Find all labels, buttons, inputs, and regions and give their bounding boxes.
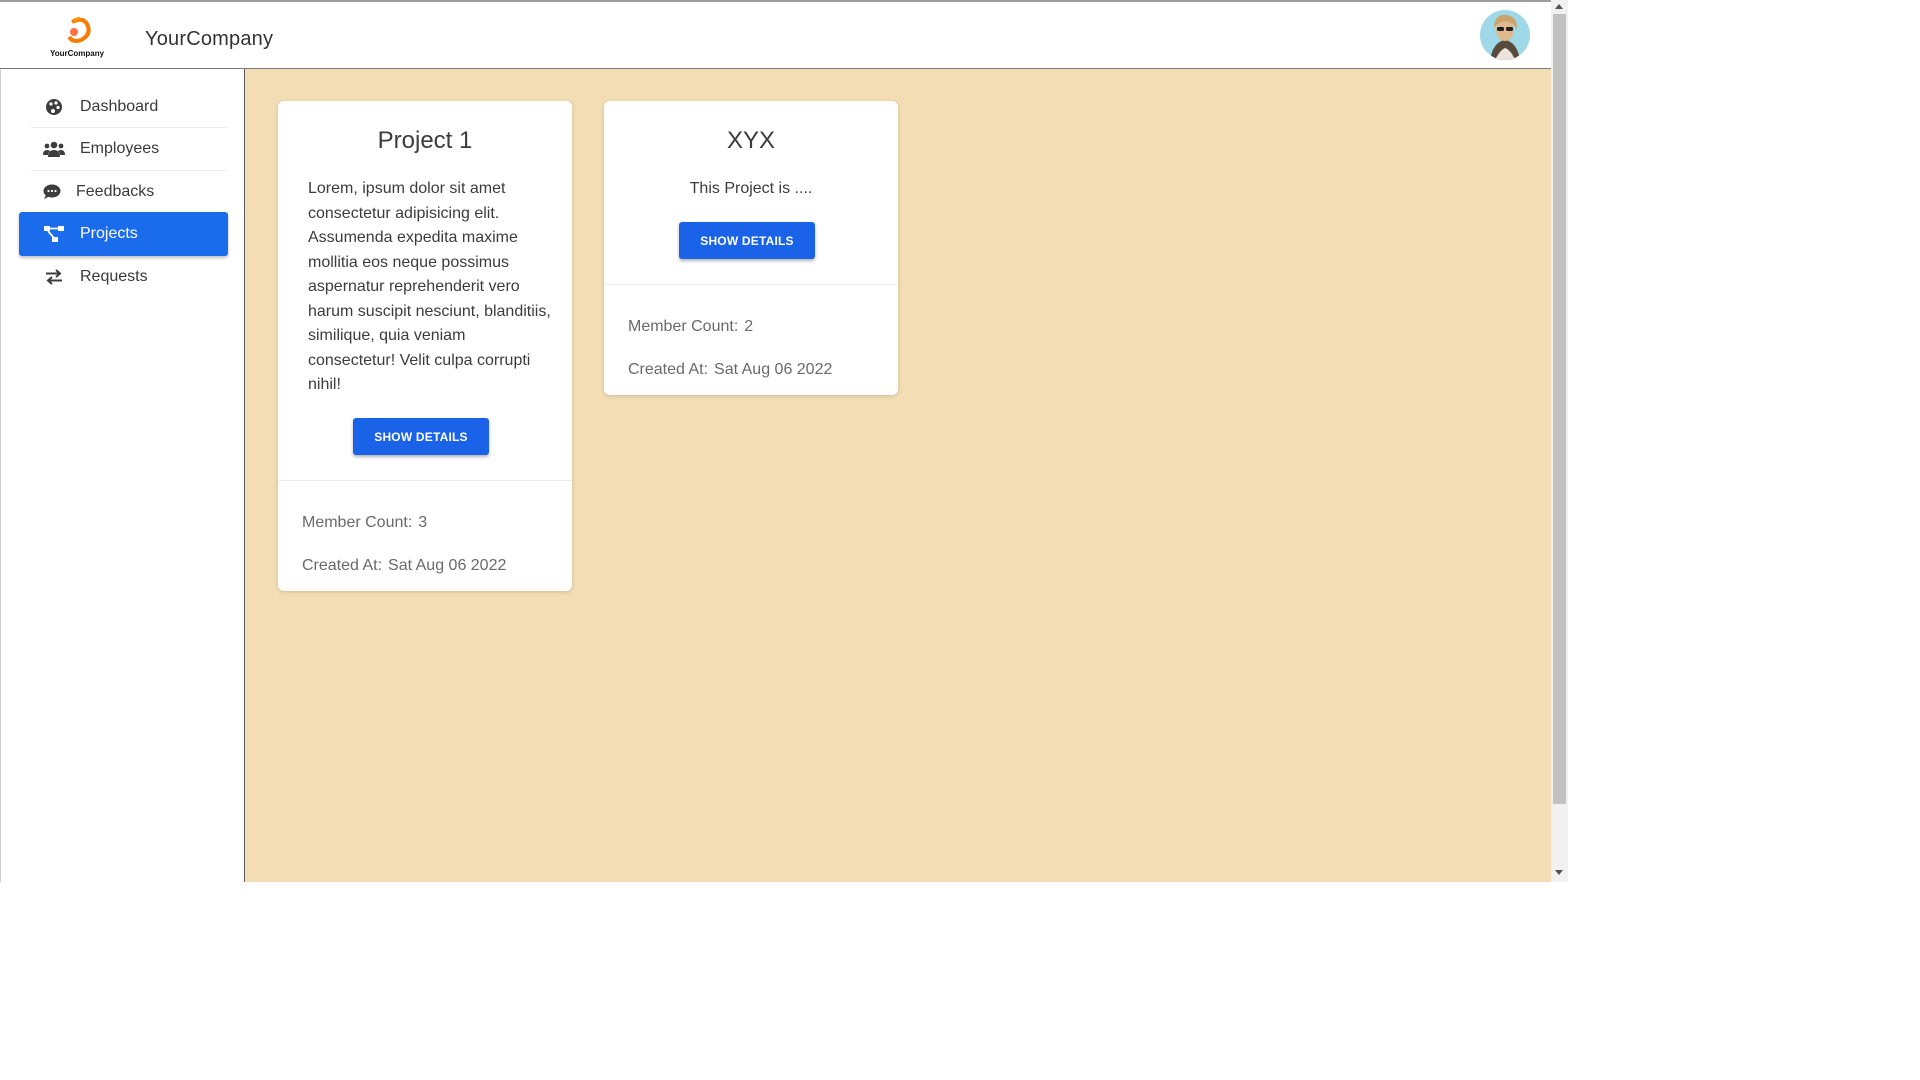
comment-icon xyxy=(41,183,63,201)
show-details-button[interactable]: SHOW DETAILS xyxy=(679,222,815,259)
scrollbar-thumb[interactable] xyxy=(1553,14,1566,804)
page-scrollbar[interactable] xyxy=(1551,0,1568,882)
project-description: Lorem, ipsum dolor sit amet consectetur … xyxy=(308,180,551,393)
sidebar-item-label: Requests xyxy=(80,268,148,285)
scroll-down-arrow[interactable] xyxy=(1555,870,1563,875)
sidebar-item-label: Projects xyxy=(80,225,138,242)
card-divider xyxy=(604,284,898,285)
user-avatar[interactable] xyxy=(1480,10,1530,60)
project-diagram-icon xyxy=(43,225,65,243)
sidebar-item-employees[interactable]: Employees xyxy=(19,128,228,170)
sidebar-item-dashboard[interactable]: Dashboard xyxy=(19,86,228,128)
sidebar-item-label: Employees xyxy=(80,140,160,157)
sidebar-item-projects[interactable]: Projects xyxy=(19,212,228,256)
logo-wordmark: YourCompany xyxy=(50,49,105,58)
sidebar-item-label: Feedbacks xyxy=(76,183,155,200)
company-logo[interactable]: YourCompany xyxy=(46,16,108,62)
member-count-value: 3 xyxy=(418,514,428,531)
created-at-value: Sat Aug 06 2022 xyxy=(714,361,833,378)
sidebar-item-feedbacks[interactable]: Feedbacks xyxy=(19,171,228,213)
project-title: XYX xyxy=(726,127,776,154)
created-at-value: Sat Aug 06 2022 xyxy=(388,557,507,574)
created-at-label: Created At: xyxy=(302,557,383,574)
member-count-value: 2 xyxy=(744,318,754,335)
show-details-button[interactable]: SHOW DETAILS xyxy=(353,418,489,455)
created-at: Created At: Sat Aug 06 2022 xyxy=(628,361,832,379)
brand-name: YourCompany xyxy=(145,28,274,50)
exchange-icon xyxy=(43,268,65,286)
member-count: Member Count: 3 xyxy=(302,514,427,532)
member-count: Member Count: 2 xyxy=(628,318,753,336)
project-card: Project 1 Lorem, ipsum dolor sit amet co… xyxy=(278,101,572,591)
top-bar: YourCompany YourCompany xyxy=(0,0,1551,69)
project-card: XYX This Project is .... SHOW DETAILS Me… xyxy=(604,101,898,395)
member-count-label: Member Count: xyxy=(302,514,413,531)
sidebar: Dashboard Employees Feedbacks Projects R… xyxy=(0,69,246,882)
sidebar-item-label: Dashboard xyxy=(80,98,159,115)
created-at: Created At: Sat Aug 06 2022 xyxy=(302,557,506,575)
sidebar-item-requests[interactable]: Requests xyxy=(19,256,228,298)
project-description: This Project is .... xyxy=(689,180,813,197)
scroll-up-arrow[interactable] xyxy=(1555,4,1563,9)
users-icon xyxy=(43,140,65,158)
project-title: Project 1 xyxy=(377,127,473,154)
member-count-label: Member Count: xyxy=(628,318,739,335)
palette-icon xyxy=(43,98,65,116)
main-content: Project 1 Lorem, ipsum dolor sit amet co… xyxy=(245,69,1551,882)
card-divider xyxy=(278,480,572,481)
created-at-label: Created At: xyxy=(628,361,709,378)
